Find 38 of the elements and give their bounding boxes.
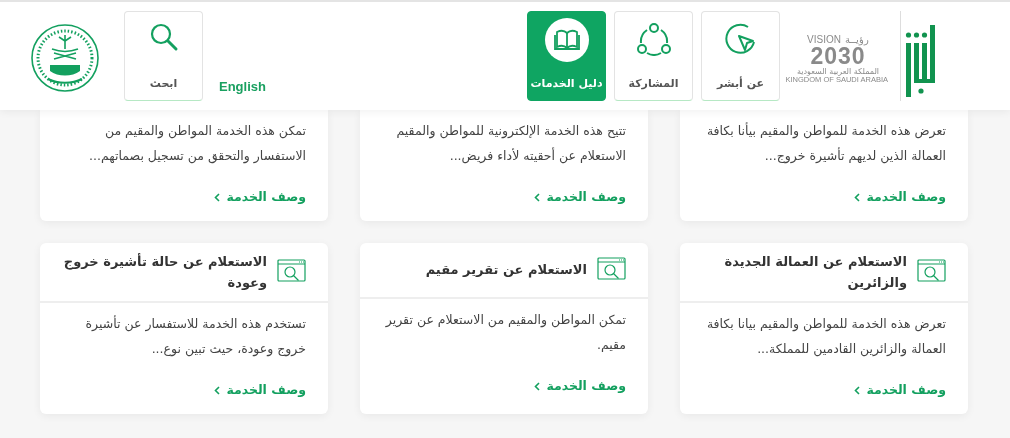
search-window-icon: [917, 259, 946, 285]
search-icon: [148, 22, 179, 52]
logo-text: المملكة العربية السعودية: [796, 68, 881, 76]
cursor-icon: [723, 22, 758, 56]
chevron-icon: [534, 192, 541, 202]
service-link[interactable]: وصف الخدمة: [534, 376, 626, 396]
service-link[interactable]: وصف الخدمة: [534, 188, 626, 207]
language-link[interactable]: English: [219, 76, 266, 96]
search-button[interactable]: ابحث: [124, 11, 203, 101]
service-description: تمكن المواطن والمقيم من الاستعلام عن تقرير مقيم.: [384, 310, 626, 354]
book-icon: [544, 18, 589, 62]
chevron-icon: [854, 385, 861, 395]
service-description: تمكن هذه الخدمة المواطن والمقيم من الاستفسار والتحقق من تسجيل بصماتهم...: [88, 122, 306, 166]
service-link[interactable]: وصف الخدمة: [854, 380, 946, 400]
chevron-icon: [214, 192, 221, 202]
service-link[interactable]: وصف الخدمة: [214, 380, 306, 400]
emblem-icon: [30, 23, 100, 93]
share-icon: [635, 22, 672, 56]
service-description: تتيح هذه الخدمة الإلكترونية للمواطن والمقيم الاستعلام عن أحقيته لأداء فريض...: [395, 122, 626, 166]
service-title: الاستعلام عن تقرير مقيم: [425, 261, 587, 280]
service-title: الاستعلام عن العمالة الجديدة والزائرين: [723, 252, 907, 292]
chevron-icon: [854, 192, 861, 202]
logo-text: 2030: [810, 45, 866, 68]
search-window-icon: [277, 259, 306, 285]
service-description: تعرض هذه الخدمة للمواطن والمقيم بيانا بكافة العمالة والزائرين القادمين للمملكة...: [705, 314, 946, 359]
service-description: تعرض هذه الخدمة للمواطن والمقيم بيأنا بكافة العمالة الذين لديهم تأشيرة خروج...: [705, 121, 946, 166]
nav-button[interactable]: دليل الخدمات: [527, 11, 606, 101]
service-title: الاستعلام عن حالة تأشيرة خروج وعودة: [62, 252, 267, 292]
search-window-icon: [597, 257, 626, 283]
chevron-icon: [214, 385, 221, 395]
nav-button[interactable]: المشاركة: [614, 11, 693, 101]
service-description: تستخدم هذه الخدمة للاستفسار عن تأشيرة خروج وعودة، حيث تبين نوع...: [84, 314, 306, 359]
nav-button[interactable]: عن أبشر: [701, 11, 780, 101]
logo-text: رؤيــة: [844, 35, 869, 45]
chevron-icon: [534, 381, 541, 391]
logo-text: VISION: [807, 35, 841, 45]
service-link[interactable]: وصف الخدمة: [854, 188, 946, 207]
service-link[interactable]: وصف الخدمة: [214, 188, 306, 207]
